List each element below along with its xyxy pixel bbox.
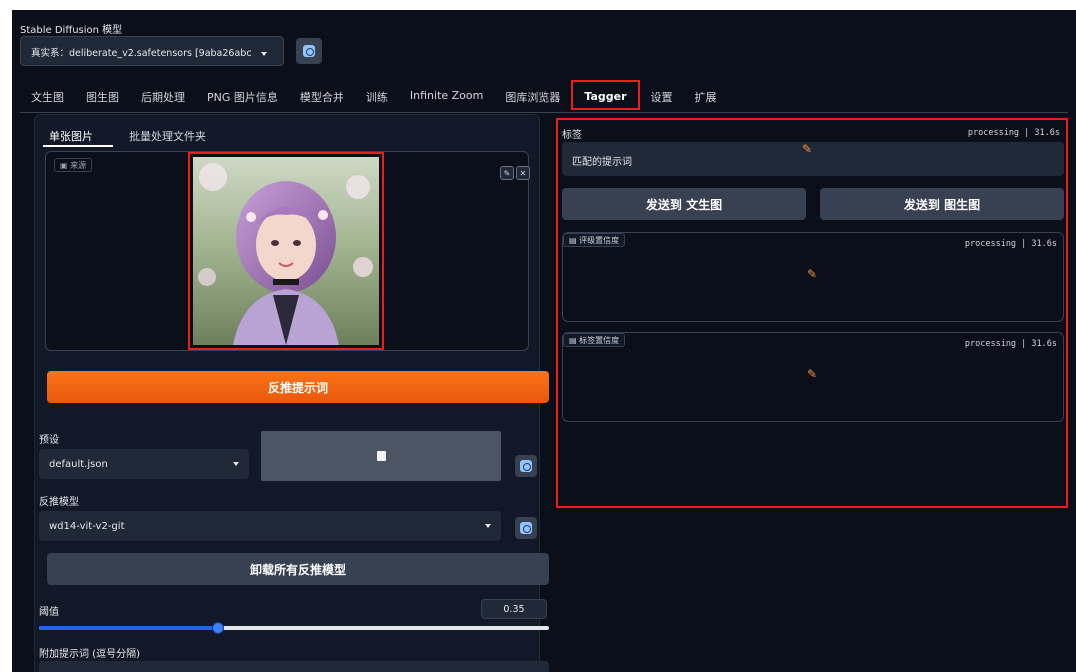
refresh-models-button[interactable] xyxy=(296,38,322,64)
save-preset-button[interactable] xyxy=(261,431,501,481)
preset-select[interactable]: default.json xyxy=(39,449,249,479)
close-icon[interactable]: ✕ xyxy=(516,166,530,180)
preset-value: default.json xyxy=(49,458,108,470)
chevron-down-icon xyxy=(485,524,491,528)
tags-label: 标签 xyxy=(562,130,582,141)
tab-txt2img[interactable]: 文生图 xyxy=(20,86,75,112)
chart-icon: ▤ xyxy=(569,336,577,345)
threshold-slider[interactable] xyxy=(39,621,549,635)
tab-extras[interactable]: 后期处理 xyxy=(130,86,196,112)
refresh-presets-button[interactable] xyxy=(515,455,537,477)
image-icon: ▣ xyxy=(60,161,68,170)
tag-confidence-box: ▤ 标签置信度 processing | 31.6s ✎ xyxy=(562,332,1064,422)
model-select[interactable]: 真实系：deliberate_v2.safetensors [9aba26abc xyxy=(20,36,284,66)
refresh-interrogators-button[interactable] xyxy=(515,517,537,539)
source-label: 来源 xyxy=(70,161,87,170)
pencil-icon: ✎ xyxy=(802,142,813,156)
tab-png-info[interactable]: PNG 图片信息 xyxy=(196,86,289,112)
tab-infinite-zoom[interactable]: Infinite Zoom xyxy=(399,86,494,112)
slider-fill xyxy=(39,626,218,630)
chevron-down-icon xyxy=(233,462,239,466)
image-upload-area[interactable]: ▣ 来源 ✎ ✕ xyxy=(45,151,530,351)
tags-output-text: 匹配的提示词 xyxy=(572,157,632,168)
refresh-icon xyxy=(520,522,532,534)
tags-output[interactable]: 匹配的提示词 xyxy=(562,142,1064,176)
model-label: Stable Diffusion 模型 xyxy=(20,25,123,36)
tab-extensions[interactable]: 扩展 xyxy=(684,86,728,112)
tab-tagger[interactable]: Tagger xyxy=(571,80,640,110)
tag-confidence-chip: ▤ 标签置信度 xyxy=(563,333,626,347)
rating-label: 评级置信度 xyxy=(579,236,620,245)
tab-train[interactable]: 训练 xyxy=(355,86,399,112)
tagger-input-panel: 单张图片 批量处理文件夹 ▣ 来源 ✎ ✕ 反推提示词 预设 default.j… xyxy=(34,114,549,672)
tabs-divider xyxy=(20,112,1068,113)
tab-image-browser[interactable]: 图库浏览器 xyxy=(494,86,571,112)
send-to-img2img-button[interactable]: 发送到 图生图 xyxy=(820,188,1064,220)
rating-confidence-box: ▤ 评级置信度 processing | 31.6s ✎ xyxy=(562,232,1064,322)
save-icon xyxy=(376,451,386,461)
pencil-icon: ✎ xyxy=(807,267,818,281)
preset-label: 预设 xyxy=(39,435,59,446)
webui-app: Stable Diffusion 模型 真实系：deliberate_v2.sa… xyxy=(12,10,1076,672)
rating-chip: ▤ 评级置信度 xyxy=(563,233,626,247)
subtab-underline xyxy=(43,145,113,147)
subtab-batch-folder[interactable]: 批量处理文件夹 xyxy=(129,128,206,144)
send-to-txt2img-button[interactable]: 发送到 文生图 xyxy=(562,188,806,220)
refresh-icon xyxy=(303,45,315,57)
portrait-image xyxy=(193,157,379,345)
slider-thumb[interactable] xyxy=(211,622,224,634)
uploaded-image-frame xyxy=(188,152,384,350)
main-tabs: 文生图 图生图 后期处理 PNG 图片信息 模型合并 训练 Infinite Z… xyxy=(20,80,728,114)
tag-confidence-status: processing | 31.6s xyxy=(964,339,1057,349)
tagger-output-panel: 标签 processing | 31.6s 匹配的提示词 ✎ 发送到 文生图 发… xyxy=(556,118,1068,508)
chart-icon: ▤ xyxy=(569,236,577,245)
unload-models-button[interactable]: 卸载所有反推模型 xyxy=(47,553,549,585)
tab-settings[interactable]: 设置 xyxy=(640,86,684,112)
chevron-down-icon xyxy=(260,51,267,56)
extra-tags-input[interactable] xyxy=(39,661,549,672)
interrogator-select[interactable]: wd14-vit-v2-git xyxy=(39,511,501,541)
pencil-icon: ✎ xyxy=(807,367,818,381)
refresh-icon xyxy=(520,460,532,472)
subtab-single-image[interactable]: 单张图片 xyxy=(49,128,93,144)
tag-confidence-label: 标签置信度 xyxy=(579,336,620,345)
source-label-chip: ▣ 来源 xyxy=(54,158,93,172)
interrogator-label: 反推模型 xyxy=(39,497,79,508)
extra-tags-label: 附加提示词 (逗号分隔) xyxy=(39,649,140,660)
rating-status: processing | 31.6s xyxy=(964,239,1057,249)
threshold-label: 阈值 xyxy=(39,607,59,618)
threshold-number-input[interactable]: 0.35 xyxy=(481,599,547,619)
interrogate-button[interactable]: 反推提示词 xyxy=(47,371,549,403)
interrogator-value: wd14-vit-v2-git xyxy=(49,520,125,532)
tab-img2img[interactable]: 图生图 xyxy=(75,86,130,112)
tags-status: processing | 31.6s xyxy=(967,128,1060,138)
tab-model-merge[interactable]: 模型合并 xyxy=(289,86,355,112)
pencil-icon[interactable]: ✎ xyxy=(500,166,514,180)
model-select-value: 真实系：deliberate_v2.safetensors [9aba26abc xyxy=(31,48,252,59)
